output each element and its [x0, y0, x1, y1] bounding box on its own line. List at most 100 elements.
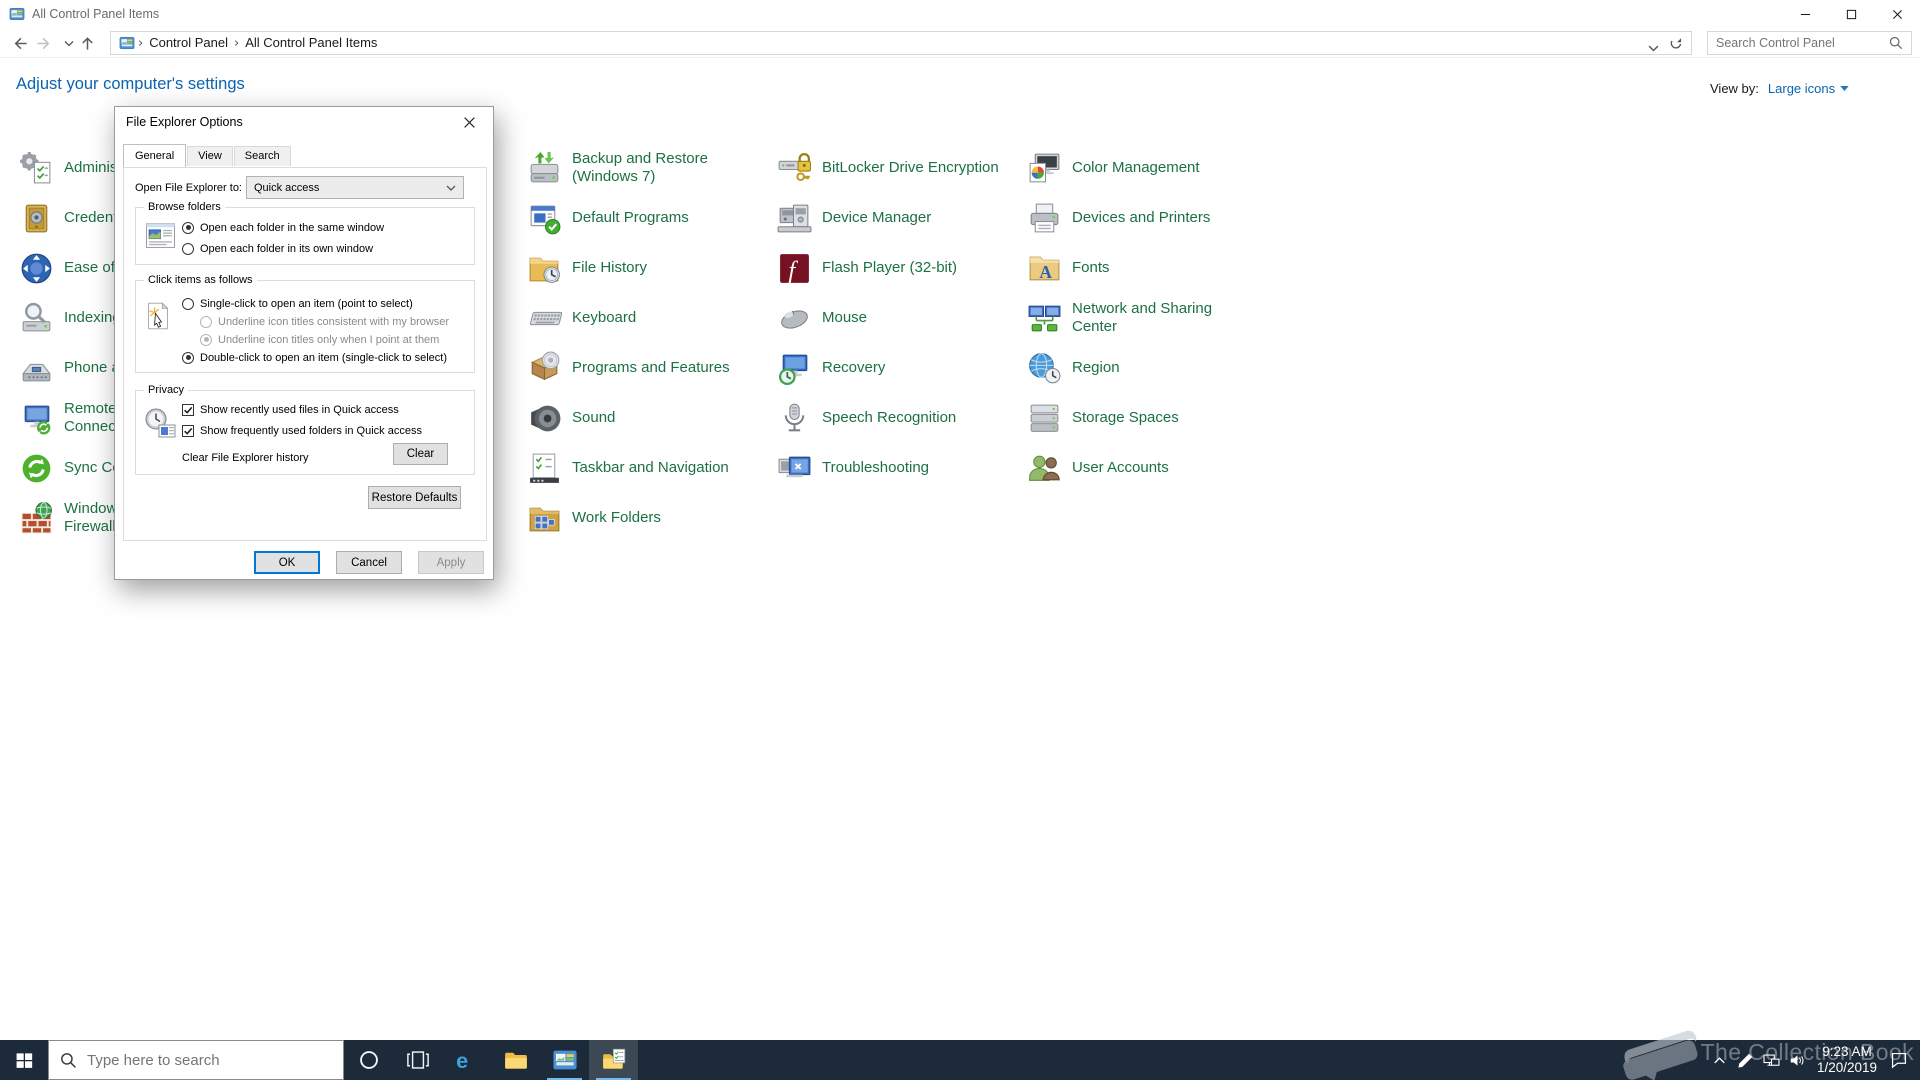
back-button[interactable] — [8, 32, 30, 54]
item-device-manager[interactable]: Device Manager — [776, 193, 931, 243]
folder-options-icon — [601, 1047, 627, 1073]
cortana-icon — [356, 1047, 382, 1073]
apply-button[interactable]: Apply — [418, 551, 484, 574]
search-box[interactable] — [1707, 31, 1912, 55]
item-label: Storage Spaces — [1072, 409, 1179, 426]
recovery-icon — [776, 350, 813, 387]
breadcrumb-item-all-control-panel-items[interactable]: All Control Panel Items — [239, 35, 383, 50]
ok-button[interactable]: OK — [254, 551, 320, 574]
taskbar-search-box[interactable] — [48, 1040, 344, 1080]
address-dropdown-icon[interactable] — [1648, 39, 1659, 52]
file-explorer-options-dialog: File Explorer Options General View Search … — [114, 106, 494, 580]
minimize-button[interactable] — [1782, 0, 1828, 28]
radio-control[interactable] — [182, 221, 194, 234]
click-items-legend: Click items as follows — [144, 274, 257, 286]
network-tray-icon[interactable] — [1758, 1040, 1784, 1080]
item-region[interactable]: Region — [1026, 343, 1120, 393]
refresh-icon[interactable] — [1669, 36, 1683, 50]
option-label: Underline icon titles consistent with my… — [218, 315, 450, 328]
item-storage-spaces[interactable]: Storage Spaces — [1026, 393, 1179, 443]
view-by-selector[interactable]: Large icons — [1768, 81, 1849, 96]
search-input[interactable] — [1708, 36, 1889, 50]
item-keyboard[interactable]: Keyboard — [526, 293, 636, 343]
option-label: Double-click to open an item (single-cli… — [200, 351, 447, 364]
checkbox-control[interactable] — [182, 403, 194, 416]
dialog-close-button[interactable] — [447, 108, 492, 137]
volume-tray-icon[interactable] — [1784, 1040, 1810, 1080]
titlebar: All Control Panel Items — [0, 0, 1920, 28]
breadcrumb-item-control-panel[interactable]: Control Panel — [143, 35, 234, 50]
item-taskbar-navigation[interactable]: Taskbar and Navigation — [526, 443, 729, 493]
taskbar-clock[interactable]: 9:23 AM 1/20/2019 — [1810, 1044, 1884, 1076]
checkbox-show-frequently-used-folders-in-quick-access[interactable]: Show frequently used folders in Quick ac… — [182, 423, 422, 438]
item-troubleshooting[interactable]: Troubleshooting — [776, 443, 929, 493]
tab-general[interactable]: General — [123, 144, 187, 167]
up-button[interactable] — [76, 32, 98, 54]
close-button[interactable] — [1874, 0, 1920, 28]
action-center-button[interactable] — [1884, 1040, 1914, 1080]
devices-printers-icon — [1026, 200, 1063, 237]
radio-double-click-to-open-an-item-single-click-to-sel[interactable]: Double-click to open an item (single-cli… — [182, 350, 447, 365]
sync-center-icon — [18, 450, 55, 487]
device-manager-icon — [776, 200, 813, 237]
taskbar-search-icon — [60, 1052, 77, 1069]
forward-button[interactable] — [33, 32, 55, 54]
default-programs-icon — [526, 200, 563, 237]
item-programs-features[interactable]: Programs and Features — [526, 343, 730, 393]
radio-control[interactable] — [182, 242, 194, 255]
item-label: Region — [1072, 359, 1120, 376]
clear-button[interactable]: Clear — [393, 443, 448, 465]
radio-control[interactable] — [182, 297, 194, 310]
item-mouse[interactable]: Mouse — [776, 293, 867, 343]
radio-single-click-to-open-an-item-point-to-select[interactable]: Single-click to open an item (point to s… — [182, 296, 413, 311]
item-devices-printers[interactable]: Devices and Printers — [1026, 193, 1210, 243]
item-fonts[interactable]: A Fonts — [1026, 243, 1110, 293]
pen-icon — [1736, 1051, 1755, 1070]
pen-tray-icon[interactable] — [1732, 1040, 1758, 1080]
item-bitlocker[interactable]: BitLocker Drive Encryption — [776, 143, 999, 193]
edge-button[interactable]: e — [442, 1040, 491, 1080]
file-explorer-button[interactable] — [491, 1040, 540, 1080]
control-panel-button[interactable] — [540, 1040, 589, 1080]
maximize-button[interactable] — [1828, 0, 1874, 28]
address-bar[interactable]: › Control Panel › All Control Panel Items — [110, 31, 1692, 55]
tab-search[interactable]: Search — [233, 146, 291, 166]
item-sound[interactable]: Sound — [526, 393, 615, 443]
item-work-folders[interactable]: Work Folders — [526, 493, 661, 543]
clear-history-label: Clear File Explorer history — [182, 452, 309, 464]
speech-recognition-icon — [776, 400, 813, 437]
checkbox-show-recently-used-files-in-quick-access[interactable]: Show recently used files in Quick access — [182, 402, 399, 417]
item-recovery[interactable]: Recovery — [776, 343, 885, 393]
option-label: Open each folder in its own window — [200, 242, 374, 255]
cancel-button[interactable]: Cancel — [336, 551, 402, 574]
radio-open-each-folder-in-its-own-window[interactable]: Open each folder in its own window — [182, 241, 373, 256]
item-label: Backup and Restore (Windows 7) — [572, 150, 708, 185]
start-button[interactable] — [0, 1040, 48, 1080]
restore-defaults-button[interactable]: Restore Defaults — [368, 486, 461, 509]
item-backup-restore[interactable]: Backup and Restore (Windows 7) — [526, 143, 708, 193]
item-file-history[interactable]: File History — [526, 243, 647, 293]
item-flash-player[interactable]: f Flash Player (32-bit) — [776, 243, 957, 293]
radio-open-each-folder-in-the-same-window[interactable]: Open each folder in the same window — [182, 220, 384, 235]
dialog-title: File Explorer Options — [126, 115, 243, 129]
item-label: Keyboard — [572, 309, 637, 326]
option-label: Underline icon titles only when I point … — [218, 333, 440, 346]
task-view-button[interactable] — [393, 1040, 442, 1080]
item-color-management[interactable]: Color Management — [1026, 143, 1200, 193]
item-user-accounts[interactable]: User Accounts — [1026, 443, 1169, 493]
hidden-icons-button[interactable] — [1706, 1040, 1732, 1080]
file-explorer-options-button[interactable] — [589, 1040, 638, 1080]
item-label: Devices and Printers — [1072, 209, 1211, 226]
item-speech-recognition[interactable]: Speech Recognition — [776, 393, 956, 443]
search-icon[interactable] — [1889, 36, 1903, 50]
taskbar-search-input[interactable] — [87, 1051, 332, 1069]
checkbox-control[interactable] — [182, 424, 194, 437]
privacy-clock-icon — [142, 407, 178, 439]
item-network-sharing[interactable]: Network and Sharing Center — [1026, 293, 1212, 343]
tab-view[interactable]: View — [187, 146, 233, 166]
item-default-programs[interactable]: Default Programs — [526, 193, 689, 243]
ease-of-access-icon — [18, 250, 55, 287]
radio-control[interactable] — [182, 351, 194, 364]
cortana-button[interactable] — [344, 1040, 393, 1080]
open-file-explorer-select[interactable]: Quick access — [246, 176, 464, 199]
